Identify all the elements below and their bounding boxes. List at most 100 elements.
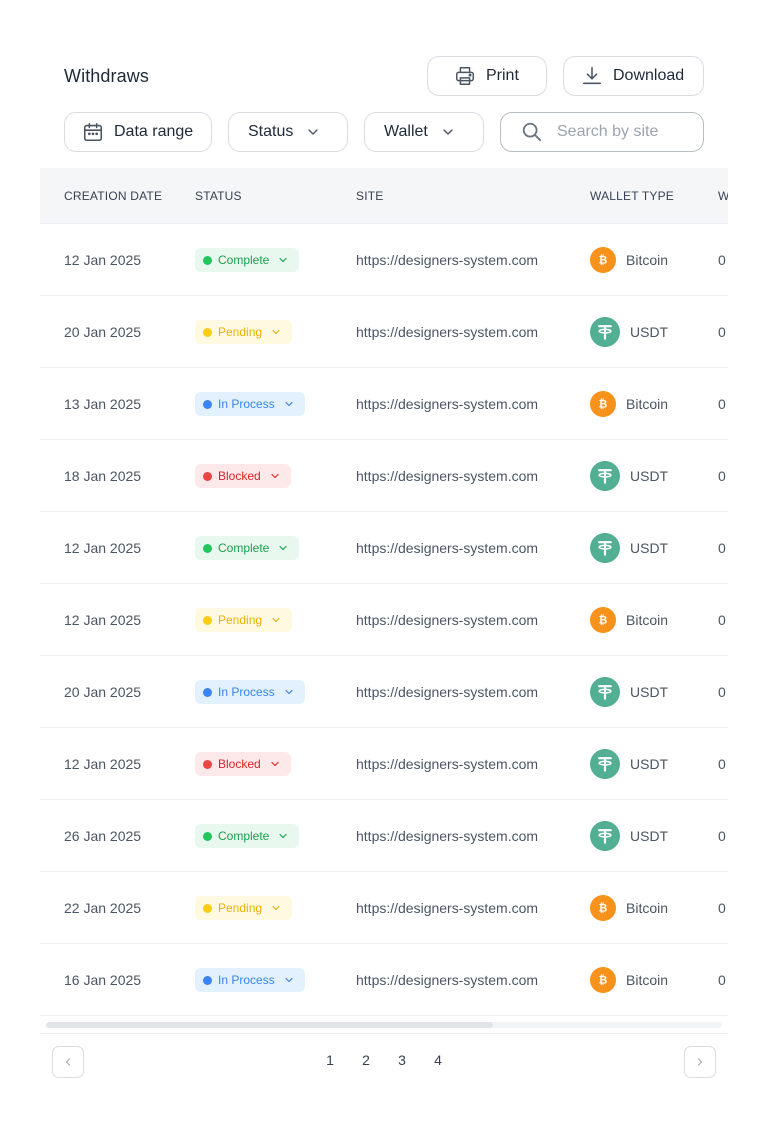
table-row[interactable]: 12 Jan 2025 Complete https://designers-sys… (40, 224, 728, 296)
amount-cell: 0 (718, 684, 726, 700)
bitcoin-icon: ₿ (590, 895, 616, 921)
table-row[interactable]: 12 Jan 2025 Blocked https://designers-syst… (40, 728, 728, 800)
amount-cell: 0 (718, 612, 726, 628)
previous-page-button[interactable] (52, 1046, 84, 1078)
status-cell: Pending (195, 872, 293, 944)
creation-date-cell: 12 Jan 2025 (64, 252, 142, 268)
table-row[interactable]: 20 Jan 2025 Pending https://designers-syst… (40, 296, 728, 368)
status-badge[interactable]: In Process (195, 680, 305, 704)
wallet-type-cell: USDT (590, 800, 668, 872)
amount-cell: 0 (718, 468, 726, 484)
status-badge[interactable]: Blocked (195, 464, 291, 488)
site-cell: https://designers-system.com (356, 540, 539, 556)
chevron-down-icon (271, 761, 279, 767)
wallet-type-cell: USDT (590, 728, 668, 800)
next-page-button[interactable] (684, 1046, 716, 1078)
wallet-type-label: USDT (630, 828, 669, 844)
bitcoin-icon: ₿ (590, 967, 616, 993)
site-cell: https://designers-system.com (356, 468, 539, 484)
search-input[interactable] (557, 123, 697, 141)
status-badge[interactable]: Blocked (195, 752, 291, 776)
status-badge[interactable]: In Process (195, 392, 305, 416)
tether-icon (590, 821, 620, 851)
date-range-label: Data range (114, 123, 194, 140)
status-label: Complete (218, 253, 270, 267)
table-row[interactable]: 16 Jan 2025 In Process https://designers-s… (40, 944, 728, 1016)
status-badge[interactable]: Pending (195, 896, 293, 920)
status-dot (203, 975, 212, 985)
status-cell: Pending (195, 584, 293, 656)
wallet-type-label: USDT (630, 684, 669, 700)
horizontal-scrollbar-thumb[interactable] (46, 1022, 493, 1028)
status-label: Pending (218, 901, 263, 915)
status-dot (203, 831, 212, 841)
table-row[interactable]: 26 Jan 2025 Complete https://designers-sys… (40, 800, 728, 872)
table-row[interactable]: 13 Jan 2025 In Process https://designers-s… (40, 368, 728, 440)
column-header-creation-date[interactable]: CREATION DATE (64, 189, 162, 203)
status-cell: In Process (195, 656, 305, 728)
site-cell: https://designers-system.com (356, 684, 539, 700)
table-row[interactable]: 22 Jan 2025 Pending https://designers-syst… (40, 872, 728, 944)
site-cell: https://designers-system.com (356, 396, 539, 412)
printer-icon (456, 67, 474, 85)
site-cell: https://designers-system.com (356, 252, 539, 268)
withdraws-table: CREATION DATE STATUS SITE WALLET TYPE W … (40, 168, 728, 1016)
table-row[interactable]: 12 Jan 2025 Complete https://designers-sys… (40, 512, 728, 584)
status-badge[interactable]: Complete (195, 536, 300, 560)
chevron-left-icon (66, 1058, 70, 1066)
column-header-status[interactable]: STATUS (195, 189, 242, 203)
table-row[interactable]: 18 Jan 2025 Blocked https://designers-syst… (40, 440, 728, 512)
page-number-4[interactable]: 4 (428, 1052, 448, 1068)
creation-date-cell: 13 Jan 2025 (64, 396, 142, 412)
wallet-type-label: USDT (630, 756, 669, 772)
bitcoin-icon: ₿ (590, 247, 616, 273)
status-badge[interactable]: In Process (195, 968, 305, 992)
tether-icon (590, 749, 620, 779)
column-header-wallet-type[interactable]: WALLET TYPE (590, 189, 674, 203)
creation-date-cell: 20 Jan 2025 (64, 684, 142, 700)
tether-icon (590, 677, 620, 707)
bitcoin-icon: ₿ (590, 607, 616, 633)
status-filter[interactable]: Status (228, 112, 348, 152)
wallet-type-label: Bitcoin (626, 396, 669, 412)
tether-icon (590, 317, 620, 347)
svg-text:₿: ₿ (599, 902, 608, 915)
status-label: In Process (218, 685, 275, 699)
table-row[interactable]: 12 Jan 2025 Pending https://designers-syst… (40, 584, 728, 656)
wallet-type-cell: ₿ Bitcoin (590, 368, 668, 440)
search-icon (522, 122, 542, 142)
search-box (500, 112, 704, 152)
download-button[interactable]: Download (563, 56, 704, 96)
wallet-type-cell: ₿ Bitcoin (590, 944, 668, 1016)
bitcoin-icon: ₿ (590, 391, 616, 417)
amount-cell: 0 (718, 900, 726, 916)
page-number-3[interactable]: 3 (392, 1052, 412, 1068)
svg-text:₿: ₿ (599, 398, 608, 411)
amount-cell: 0 (718, 828, 726, 844)
svg-text:₿: ₿ (599, 974, 608, 987)
status-cell: Complete (195, 800, 300, 872)
chevron-down-icon (279, 257, 287, 263)
page-title: Withdraws (64, 66, 149, 86)
status-badge[interactable]: Complete (195, 248, 300, 272)
status-dot (203, 255, 212, 265)
chevron-down-icon (443, 129, 453, 135)
page-number-2[interactable]: 2 (356, 1052, 376, 1068)
status-badge[interactable]: Pending (195, 320, 293, 344)
status-badge[interactable]: Pending (195, 608, 293, 632)
status-label: Blocked (218, 469, 261, 483)
status-label: Pending (218, 325, 263, 339)
page-number-1[interactable]: 1 (320, 1052, 340, 1068)
print-button[interactable]: Print (427, 56, 547, 96)
table-row[interactable]: 20 Jan 2025 In Process https://designers-s… (40, 656, 728, 728)
status-badge[interactable]: Complete (195, 824, 300, 848)
creation-date-cell: 26 Jan 2025 (64, 828, 142, 844)
status-label: In Process (218, 397, 275, 411)
status-cell: In Process (195, 944, 305, 1016)
date-range-filter[interactable]: Data range (64, 112, 212, 152)
status-dot (203, 903, 212, 913)
column-header-site[interactable]: SITE (356, 189, 383, 203)
column-header-truncated[interactable]: W (718, 189, 728, 203)
svg-text:₿: ₿ (599, 254, 608, 267)
wallet-filter[interactable]: Wallet (364, 112, 484, 152)
